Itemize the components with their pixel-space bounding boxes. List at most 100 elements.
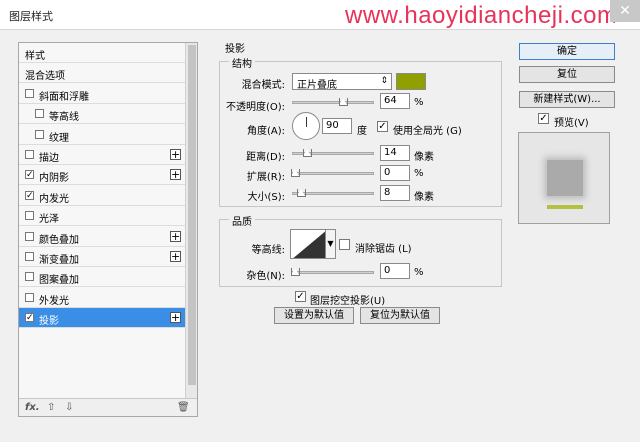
style-item-checkbox[interactable]	[25, 231, 34, 241]
contour-dropdown-arrow[interactable]: ▼	[326, 229, 336, 259]
angle-dial[interactable]	[292, 112, 320, 140]
style-item[interactable]: ✓ 内阴影 +	[19, 165, 185, 186]
contour-picker[interactable]	[290, 229, 326, 259]
blend-mode-select[interactable]: 正片叠底 ⇕	[292, 73, 392, 91]
style-item-checkbox[interactable]: ✓	[25, 313, 34, 323]
style-list-panel: 样式混合选项斜面和浮雕 等高线纹理 描边 + ✓ 内阴影 + ✓ 内发光光泽颜色叠加 + 渐变叠加 +…	[18, 42, 198, 417]
size-input[interactable]: 8	[380, 185, 410, 201]
contour-curve-icon	[293, 231, 325, 258]
distance-input[interactable]: 14	[380, 145, 410, 161]
size-slider[interactable]	[292, 189, 374, 197]
reset-default-button[interactable]: 复位为默认值	[360, 307, 440, 324]
ok-button[interactable]: 确定	[519, 43, 615, 60]
antialias-label[interactable]: 消除锯齿 (L)	[355, 240, 412, 255]
global-light-label[interactable]: 使用全局光 (G)	[393, 122, 462, 137]
style-item[interactable]: 图案叠加	[19, 267, 185, 288]
style-item-checkbox[interactable]	[25, 272, 34, 282]
distance-label: 距离(D):	[246, 152, 285, 163]
make-default-button[interactable]: 设置为默认值	[274, 307, 354, 324]
shadow-color-swatch[interactable]	[396, 73, 426, 90]
preview-checkbox[interactable]: ✓	[538, 113, 549, 124]
style-item[interactable]: 等高线	[19, 104, 185, 125]
add-effect-icon[interactable]: +	[170, 230, 181, 242]
style-item-checkbox[interactable]	[25, 211, 34, 221]
style-item-checkbox[interactable]	[35, 129, 44, 139]
preview-shadow	[547, 205, 583, 209]
style-item-label: 颜色叠加	[39, 234, 79, 246]
opacity-unit: %	[414, 97, 424, 108]
distance-slider[interactable]	[292, 149, 374, 157]
add-effect-icon[interactable]: +	[170, 251, 181, 262]
move-up-icon[interactable]: ⇧	[47, 402, 55, 413]
contour-label: 等高线:	[251, 245, 285, 256]
noise-input[interactable]: 0	[380, 263, 410, 279]
chevron-down-icon: ⇕	[380, 76, 388, 86]
style-item[interactable]: 斜面和浮雕	[19, 83, 185, 104]
noise-slider[interactable]	[291, 268, 374, 276]
style-item-checkbox[interactable]	[25, 252, 34, 261]
fx-icon[interactable]: fx.	[25, 402, 40, 413]
opacity-slider[interactable]	[292, 98, 374, 106]
structure-title: 结构	[229, 55, 255, 70]
style-item[interactable]: ✓ 内发光	[19, 185, 185, 206]
spread-slider-thumb[interactable]	[291, 169, 300, 177]
style-item-label: 纹理	[49, 132, 69, 144]
style-item[interactable]: ✓ 投影 +	[19, 308, 185, 329]
style-item[interactable]: 渐变叠加 +	[19, 247, 185, 267]
add-effect-icon[interactable]: +	[170, 169, 181, 181]
noise-slider-thumb[interactable]	[291, 268, 300, 276]
style-item[interactable]: 混合选项	[19, 63, 185, 84]
global-light-checkbox[interactable]: ✓	[377, 121, 388, 132]
angle-needle	[306, 117, 307, 127]
style-item[interactable]: 颜色叠加 +	[19, 226, 185, 247]
style-item-label: 斜面和浮雕	[39, 91, 89, 103]
close-button[interactable]: ✕	[610, 0, 640, 22]
opacity-input[interactable]: 64	[380, 93, 410, 109]
trash-icon[interactable]: 🗑	[177, 402, 190, 413]
knockout-label[interactable]: 图层挖空投影(U)	[310, 292, 385, 307]
opacity-slider-thumb[interactable]	[339, 98, 349, 106]
opacity-label: 不透明度(O):	[225, 102, 285, 113]
spread-unit: %	[414, 168, 424, 179]
style-item-checkbox[interactable]: ✓	[25, 170, 34, 180]
new-style-button[interactable]: 新建样式(W)...	[519, 91, 615, 108]
style-item[interactable]: 外发光	[19, 287, 185, 308]
title-bar: 图层样式 www.haoyidiancheji.com ✕	[0, 0, 640, 30]
style-item[interactable]: 纹理	[19, 124, 185, 145]
watermark: www.haoyidiancheji.com	[345, 2, 615, 29]
style-item-label: 混合选项	[25, 71, 65, 83]
style-item-checkbox[interactable]	[25, 88, 34, 98]
spread-slider[interactable]	[291, 169, 374, 177]
style-item-label: 图案叠加	[39, 275, 79, 287]
style-item-checkbox[interactable]	[25, 292, 34, 302]
add-effect-icon[interactable]: +	[170, 149, 181, 160]
style-item[interactable]: 描边 +	[19, 145, 185, 165]
style-list: 样式混合选项斜面和浮雕 等高线纹理 描边 + ✓ 内阴影 + ✓ 内发光光泽颜色叠加 + 渐变叠加 +…	[19, 43, 185, 398]
add-effect-icon[interactable]: +	[170, 312, 181, 324]
reset-button[interactable]: 复位	[519, 66, 615, 83]
knockout-checkbox[interactable]: ✓	[295, 291, 306, 302]
style-item-label: 渐变叠加	[39, 255, 79, 266]
angle-input[interactable]: 90	[322, 118, 352, 134]
angle-unit: 度	[357, 126, 367, 137]
style-item-checkbox[interactable]: ✓	[25, 190, 34, 200]
distance-slider-thumb[interactable]	[303, 149, 312, 157]
style-item-label: 投影	[39, 316, 59, 328]
style-item[interactable]: 光泽	[19, 206, 185, 227]
distance-unit: 像素	[414, 152, 434, 163]
section-title: 投影	[225, 44, 245, 55]
move-down-icon[interactable]: ⇩	[65, 402, 73, 413]
style-list-scrollbar[interactable]	[185, 43, 197, 398]
blend-mode-value: 正片叠底	[297, 80, 337, 91]
preview-label[interactable]: 预览(V)	[554, 114, 589, 129]
spread-input[interactable]: 0	[380, 165, 410, 181]
style-item[interactable]: 样式	[19, 43, 185, 63]
style-item-checkbox[interactable]	[25, 150, 34, 159]
preview-square	[547, 160, 583, 196]
antialias-checkbox[interactable]	[339, 239, 350, 250]
scrollbar-thumb[interactable]	[188, 45, 196, 385]
style-item-checkbox[interactable]	[35, 109, 44, 119]
size-unit: 像素	[414, 192, 434, 203]
style-item-label: 光泽	[39, 214, 59, 226]
size-slider-thumb[interactable]	[297, 189, 306, 197]
